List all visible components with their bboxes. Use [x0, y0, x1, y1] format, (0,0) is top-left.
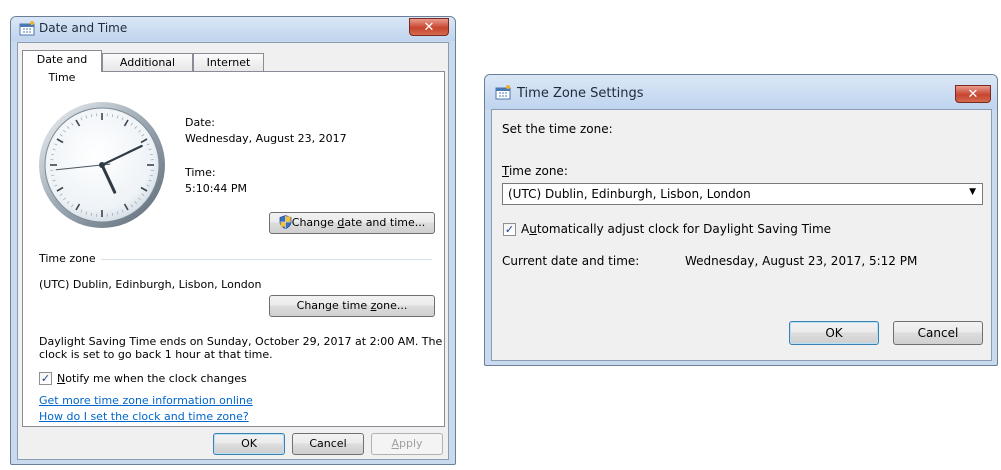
checkbox-check-icon: ✓: [40, 372, 51, 385]
clock-center-pin: [99, 162, 105, 168]
date-label: Date:: [185, 116, 215, 129]
ok-button[interactable]: OK: [213, 433, 285, 455]
button-label: Cancel: [309, 437, 347, 450]
time-zone-selected-value: (UTC) Dublin, Edinburgh, Lisbon, London: [508, 187, 751, 201]
time-zone-label: Time zone:: [502, 164, 568, 178]
date-value: Wednesday, August 23, 2017: [185, 132, 347, 145]
title-bar[interactable]: Time Zone Settings ✕: [485, 75, 997, 109]
tab-date-and-time[interactable]: Date and Time: [22, 50, 102, 84]
button-label: OK: [241, 437, 257, 450]
calendar-icon: [495, 85, 511, 100]
dropdown-arrow-icon: ▼: [969, 187, 976, 197]
label-part: ate and time...: [344, 216, 426, 229]
notify-checkbox-label[interactable]: Notify me when the clock changes: [57, 372, 247, 385]
close-button[interactable]: ✕: [955, 85, 991, 103]
instruction-text: Set the time zone:: [502, 122, 613, 136]
label-part: A: [521, 222, 530, 236]
calendar-icon: [19, 21, 35, 36]
date-and-time-window: Date and Time ✕ Date and Time Additional…: [10, 16, 456, 465]
tab-additional-clocks[interactable]: Additional Clocks: [102, 53, 193, 87]
label-part: one...: [376, 299, 408, 312]
label-part: Change: [291, 216, 338, 229]
title-bar[interactable]: Date and Time ✕: [11, 17, 455, 41]
uac-shield-icon: [279, 215, 292, 229]
button-label: Cancel: [917, 326, 959, 340]
label-part: otify me when the clock changes: [65, 372, 247, 385]
access-key: A: [391, 437, 399, 450]
cancel-button[interactable]: Cancel: [893, 321, 983, 345]
window-title: Time Zone Settings: [517, 86, 644, 101]
more-time-zone-info-link[interactable]: Get more time zone information online: [39, 394, 253, 407]
change-date-and-time-button[interactable]: Change date and time...: [269, 212, 435, 234]
change-time-zone-button[interactable]: Change time zone...: [269, 295, 435, 317]
time-value: 5:10:44 PM: [185, 182, 248, 195]
access-key: u: [529, 222, 537, 236]
change-date-and-time-label: Change date and time...: [292, 216, 425, 229]
current-date-time-value: Wednesday, August 23, 2017, 5:12 PM: [685, 254, 918, 268]
time-label: Time:: [185, 166, 216, 179]
notify-checkbox[interactable]: ✓: [39, 372, 52, 385]
checkbox-check-icon: ✓: [504, 223, 515, 236]
label-part: tomatically adjust clock for Daylight Sa…: [536, 222, 832, 236]
close-icon: ✕: [423, 20, 435, 35]
how-to-set-clock-link[interactable]: How do I set the clock and time zone?: [39, 410, 249, 423]
dialog-client-area: Set the time zone: Time zone: (UTC) Dubl…: [491, 109, 992, 361]
apply-button[interactable]: Apply: [371, 433, 443, 455]
label-part: ime zone:: [508, 164, 568, 178]
button-label: OK: [825, 326, 843, 340]
close-button[interactable]: ✕: [409, 18, 449, 36]
label-part: Change time: [296, 299, 371, 312]
time-zone-group-label: Time zone: [39, 252, 96, 265]
button-label: pply: [399, 437, 423, 450]
dst-info-line-2: clock is set to go back 1 hour at that t…: [39, 348, 273, 361]
window-title: Date and Time: [39, 21, 128, 35]
group-separator: [101, 259, 432, 260]
current-date-time-label: Current date and time:: [502, 254, 640, 268]
auto-dst-checkbox[interactable]: ✓: [503, 223, 516, 236]
time-zone-settings-window: Time Zone Settings ✕ Set the time zone: …: [484, 74, 998, 366]
tab-internet-time[interactable]: Internet Time: [193, 53, 264, 87]
analog-clock: [39, 102, 165, 228]
dst-info-line-1: Daylight Saving Time ends on Sunday, Oct…: [39, 335, 443, 348]
time-zone-dropdown[interactable]: (UTC) Dublin, Edinburgh, Lisbon, London …: [502, 183, 983, 205]
dialog-client-area: Date and Time Additional Clocks Internet…: [17, 42, 449, 460]
auto-dst-label[interactable]: Automatically adjust clock for Daylight …: [521, 222, 831, 236]
access-key: N: [57, 372, 66, 385]
current-time-zone: (UTC) Dublin, Edinburgh, Lisbon, London: [39, 278, 262, 291]
cancel-button[interactable]: Cancel: [292, 433, 364, 455]
access-key: T: [502, 164, 509, 178]
tab-panel: Date: Wednesday, August 23, 2017 Time: 5…: [22, 71, 445, 427]
close-icon: ✕: [967, 87, 979, 102]
ok-button[interactable]: OK: [789, 321, 879, 345]
